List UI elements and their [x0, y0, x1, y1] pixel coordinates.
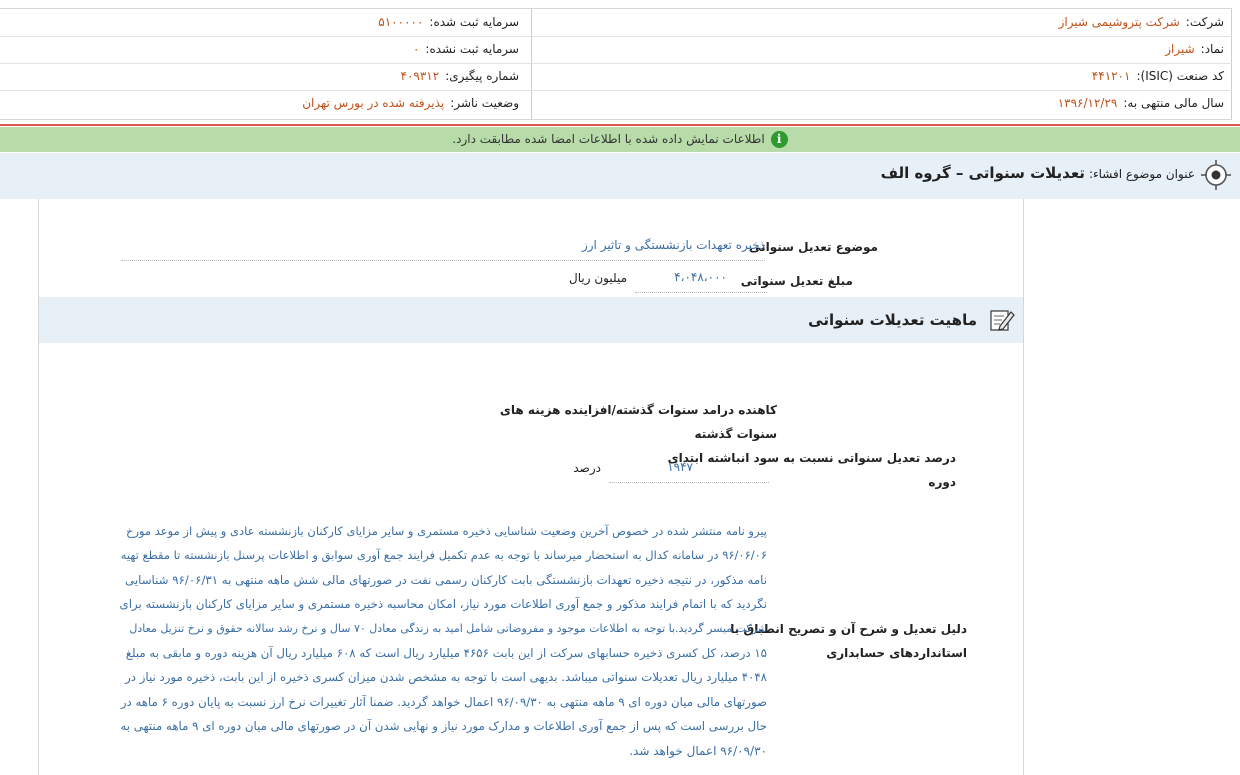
tracking-number-label: شماره پیگیری: [445, 69, 519, 83]
disclosure-subject-title: تعدیلات سنواتی – گروه الف [880, 164, 1085, 182]
publisher-status-value: پذیرفته شده در بورس تهران [302, 96, 445, 110]
reason-line: ۹۶/۰۹/۳۰ اعمال خواهد شد. [629, 743, 767, 758]
fiscal-year-field: سال مالی منتهی به: ۱۳۹۶/۱۲/۲۹ [1058, 90, 1224, 117]
info-row-symbol: نماد: شیراز سرمایه ثبت نشده: ۰ [0, 36, 1232, 64]
reason-line: ۱۵ درصد، کل کسری ذخیره حسابهای سرکت از ا… [125, 646, 767, 661]
fiscal-year-label: سال مالی منتهی به: [1123, 96, 1224, 110]
registered-capital-label: سرمایه ثبت شده: [429, 15, 519, 29]
reason-line: شرکت میسر گردید.با توجه به اطلاعات موجود… [129, 621, 767, 635]
info-row-isic: کد صنعت (ISIC): ۴۴۱۲۰۱ شماره پیگیری: ۴۰۹۳۱… [0, 63, 1232, 91]
adjustment-subject-label: موضوع تعدیل سنواتی [748, 240, 878, 254]
adjustment-type-line2: سنوات گذشته [694, 427, 777, 441]
reason-line: نامه مذکور، در نتیجه ذخیره تعهدات بازنشس… [125, 572, 767, 587]
adjustment-type: کاهنده درامد سنوات گذشته/افزاینده هزینه … [500, 398, 777, 446]
adjustment-amount-field: ۴،۰۴۸،۰۰۰ [635, 264, 767, 293]
registered-capital-value: ۵۱۰۰۰۰۰ [378, 15, 424, 29]
info-icon: i [770, 131, 788, 148]
reason-line: پیرو نامه منتشر شده در خصوص آخرین وضعیت … [126, 524, 767, 538]
nature-section-header: ماهیت تعدیلات سنواتی [39, 297, 1023, 343]
reason-line: صورتهای مالی میان دوره ای ۹ ماهه منتهی ب… [120, 694, 767, 709]
verification-notice-text: اطلاعات نمایش داده شده با اطلاعات امضا ش… [452, 132, 765, 146]
company-value[interactable]: شرکت پتروشیمی شیراز [1059, 15, 1180, 29]
verification-notice: i اطلاعات نمایش داده شده با اطلاعات امضا… [0, 127, 1240, 152]
symbol-field: نماد: شیراز [1165, 36, 1224, 63]
info-row-company: شرکت: شرکت پتروشیمی شیراز سرمایه ثبت شده:… [0, 9, 1232, 37]
unregistered-capital-value: ۰ [412, 42, 420, 56]
disclosure-subject-bar: عنوان موضوع افشاء:تعدیلات سنواتی – گروه … [0, 153, 1240, 199]
isic-field: کد صنعت (ISIC): ۴۴۱۲۰۱ [1092, 63, 1224, 90]
unregistered-capital-field: سرمایه ثبت نشده: ۰ [413, 36, 519, 63]
adjustment-reason-text: پیرو نامه منتشر شده در خصوص آخرین وضعیت … [119, 519, 767, 763]
reason-line: نگردید که با اتمام فرایند مذکور و جمع آو… [119, 597, 767, 612]
red-divider [0, 124, 1240, 126]
target-icon [1201, 160, 1231, 190]
adjustment-percent-field: ۱۹۴۷ [609, 454, 769, 483]
registered-capital-field: سرمایه ثبت شده: ۵۱۰۰۰۰۰ [378, 9, 519, 36]
tracking-number-value: ۴۰۹۳۱۲ [400, 69, 440, 83]
unregistered-capital-label: سرمایه ثبت نشده: [425, 42, 519, 56]
adjustment-amount-unit: میلیون ریال [569, 271, 627, 285]
adjustment-percent-unit: درصد [573, 461, 601, 475]
reason-line: ۹۶/۰۶/۰۶ در سامانه کدال به استحضار میرسا… [120, 548, 767, 563]
isic-label: کد صنعت (ISIC): [1136, 69, 1224, 83]
publisher-status-field: وضعیت ناشر: پذیرفته شده در بورس تهران [302, 90, 519, 117]
company-info-table: شرکت: شرکت پتروشیمی شیراز سرمایه ثبت شده:… [0, 8, 1232, 120]
edit-icon [990, 310, 1015, 331]
company-field: شرکت: شرکت پتروشیمی شیراز [1059, 9, 1224, 36]
disclosure-subject-label: عنوان موضوع افشاء: [1088, 167, 1195, 181]
reason-line: ۴۰۴۸ میلیارد ریال تعدیلات سنواتی میباشد.… [125, 670, 767, 685]
info-row-fiscal-year: سال مالی منتهی به: ۱۳۹۶/۱۲/۲۹ وضعیت ناشر:… [0, 90, 1232, 117]
adjustment-percent-value: ۱۹۴۷ [667, 460, 693, 474]
symbol-label: نماد: [1200, 42, 1224, 56]
disclosure-subject: عنوان موضوع افشاء:تعدیلات سنواتی – گروه … [881, 153, 1195, 193]
reason-line: حال بررسی است که پس از جمع آوری اطلاعات … [120, 719, 767, 734]
adjustment-subject-value: ذخیره تعهدات بازنشستگی و تاثیر ارز [581, 238, 765, 252]
adjustment-panel: موضوع تعدیل سنواتی ذخیره تعهدات بازنشستگ… [38, 199, 1024, 775]
isic-value: ۴۴۱۲۰۱ [1091, 69, 1131, 83]
publisher-status-label: وضعیت ناشر: [450, 96, 519, 110]
fiscal-year-value: ۱۳۹۶/۱۲/۲۹ [1057, 96, 1118, 110]
adjustment-amount-value: ۴،۰۴۸،۰۰۰ [674, 270, 727, 284]
nature-section-title: ماهیت تعدیلات سنواتی [808, 311, 977, 329]
symbol-value[interactable]: شیراز [1165, 42, 1194, 56]
adjustment-subject-field: ذخیره تعهدات بازنشستگی و تاثیر ارز [121, 232, 765, 261]
tracking-number-field: شماره پیگیری: ۴۰۹۳۱۲ [401, 63, 519, 90]
company-label: شرکت: [1185, 15, 1224, 29]
adjustment-type-line1: کاهنده درامد سنوات گذشته/افزاینده هزینه … [499, 403, 777, 417]
